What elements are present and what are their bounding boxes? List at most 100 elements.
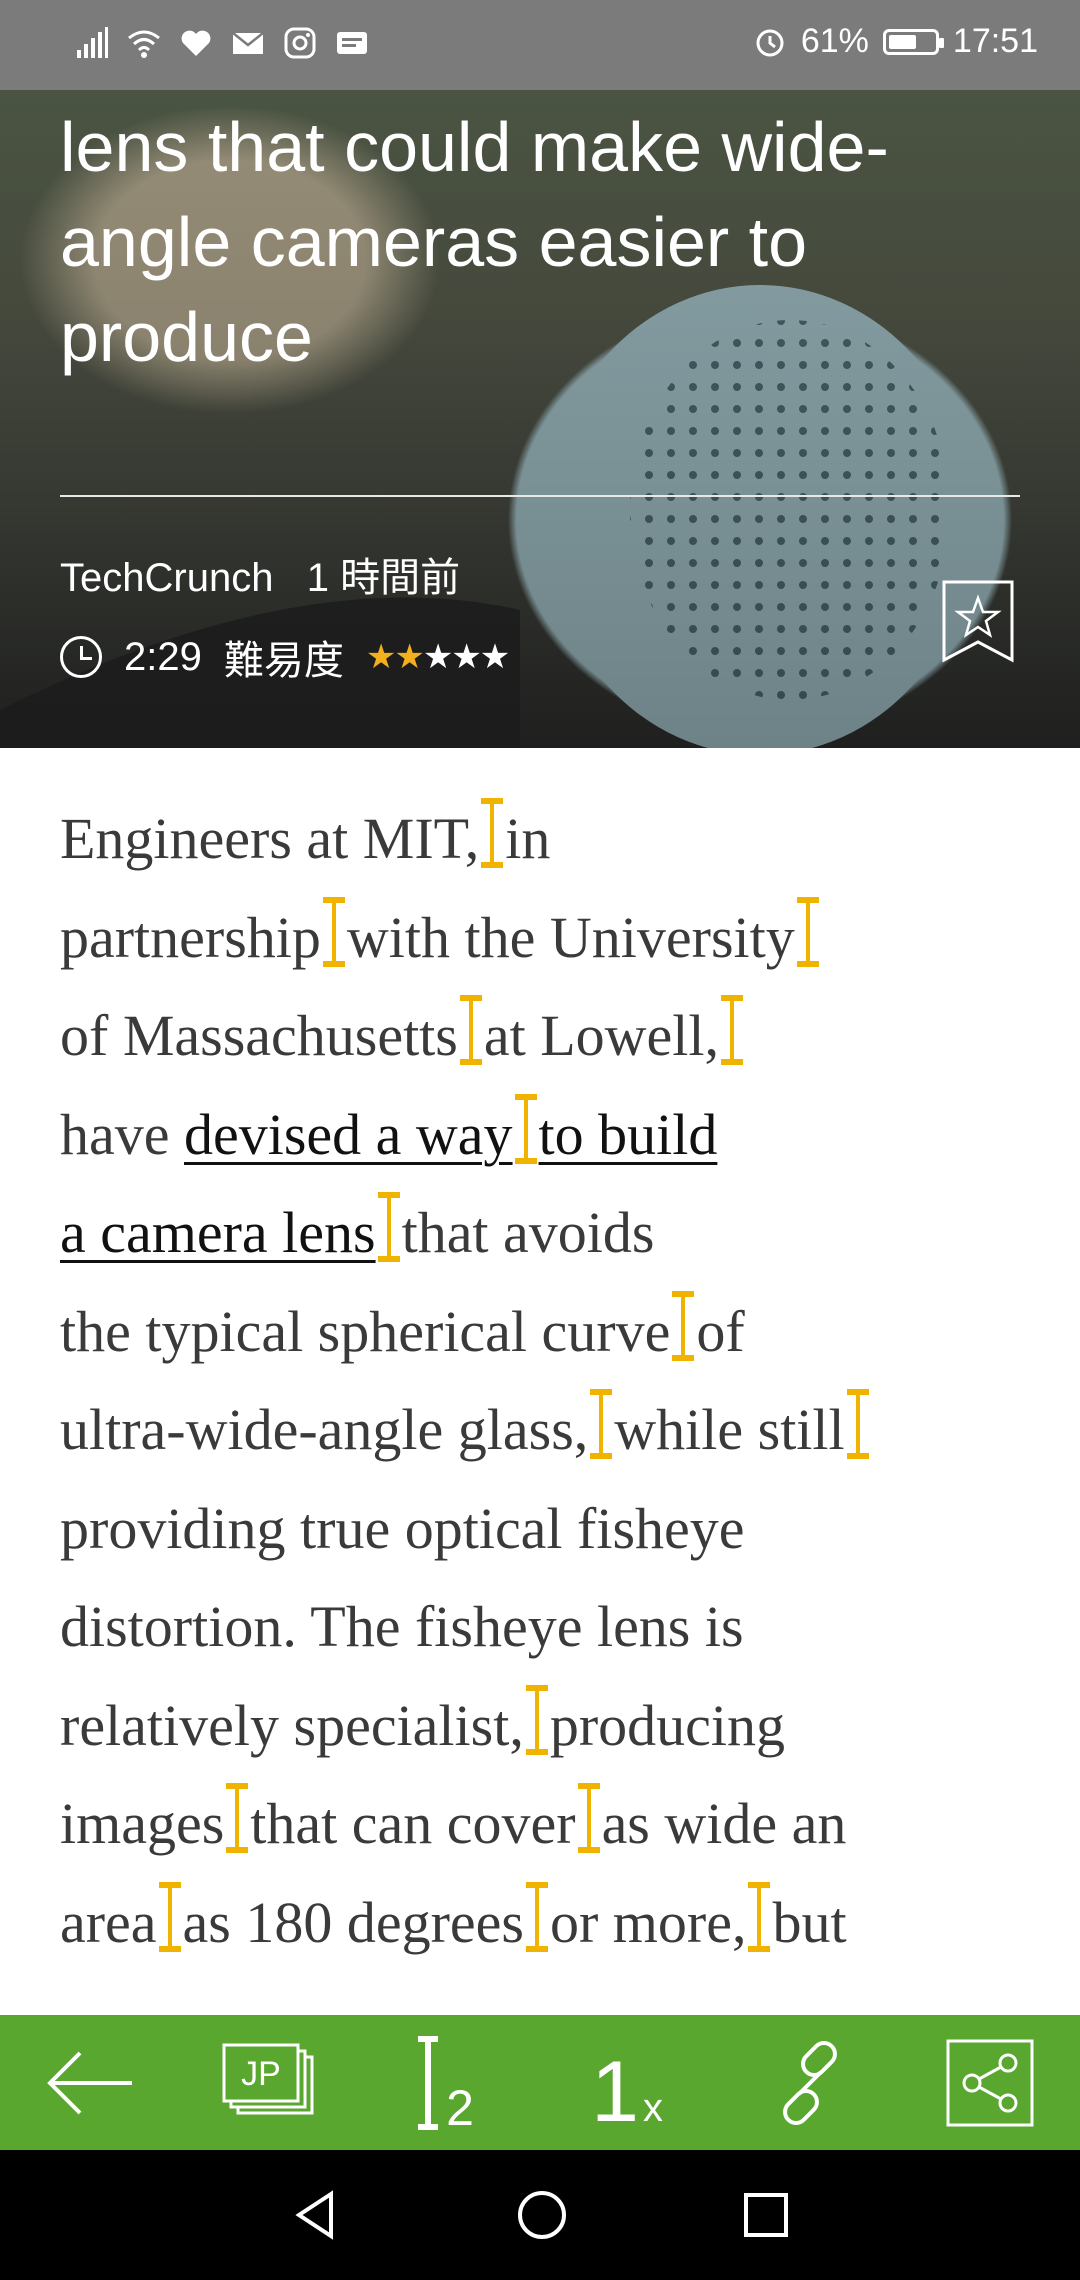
star-empty-icon: ★ [422, 638, 454, 676]
phrase-marker-icon[interactable] [158, 1881, 181, 1952]
article-text: as wide an [601, 1791, 847, 1856]
speed-suffix: x [643, 2086, 663, 2130]
article-line: relatively specialist, producing [60, 1677, 1040, 1776]
battery-percent: 61% [800, 22, 869, 60]
article-text: that avoids [401, 1200, 655, 1265]
phrase-marker-icon[interactable] [748, 1881, 771, 1952]
article-text: while still [614, 1397, 845, 1462]
star-empty-icon: ★ [479, 638, 511, 676]
star-filled-icon: ★ [394, 638, 425, 676]
article-link[interactable]: devised a way to build [184, 1093, 718, 1167]
link-button[interactable] [760, 2033, 860, 2133]
article-hero: lens that could make wide-angle cameras … [0, 90, 1080, 748]
share-icon [946, 2039, 1034, 2126]
phrase-marker-icon[interactable] [525, 1881, 548, 1952]
article-text: a camera lens [60, 1200, 376, 1265]
speed-icon: 1 x [591, 2044, 663, 2131]
article-text: devised a way [184, 1101, 513, 1167]
article-line: the typical spherical curve of [60, 1283, 1040, 1382]
back-button[interactable] [40, 2033, 140, 2133]
article-text: of [696, 1298, 745, 1364]
japanese-translation-button[interactable]: JP [220, 2033, 320, 2133]
phrase-split-number: 2 [446, 2080, 474, 2131]
link-icon [783, 2040, 837, 2125]
phrase-marker-icon[interactable] [377, 1192, 400, 1262]
article-line: images that can cover as wide an [60, 1775, 1040, 1874]
phrase-marker-icon[interactable] [226, 1783, 249, 1853]
alarm-icon [756, 29, 784, 56]
nav-back-icon[interactable] [291, 2190, 341, 2240]
article-line: area as 180 degrees or more, but [60, 1874, 1040, 1973]
mail-icon [232, 32, 264, 54]
article-text: at Lowell, [483, 1003, 720, 1068]
article-text: area [60, 1889, 157, 1955]
status-right: 61% 17:51 [753, 22, 1038, 61]
instagram-icon [284, 27, 316, 59]
article-text: of Massachusetts [60, 1003, 458, 1068]
article-line: partnership with the University [60, 889, 1040, 988]
article-text: with the University [346, 904, 795, 970]
phrase-split-button[interactable]: 2 [400, 2033, 500, 2133]
article-line: have devised a way to build [60, 1086, 1040, 1185]
nav-home-icon[interactable] [516, 2189, 568, 2241]
phrase-marker-icon[interactable] [481, 798, 504, 868]
article-duration: 2:29 [124, 634, 202, 679]
difficulty-stars: ★★★★★ [366, 637, 511, 677]
article-text: have [60, 1101, 184, 1167]
phrase-marker-icon[interactable] [514, 1093, 537, 1164]
article-line: Engineers at MIT, in [60, 790, 1040, 889]
article-body: Engineers at MIT, in partnership with the U… [60, 790, 1040, 1972]
status-bar: 61% 17:51 [0, 0, 1080, 90]
phrase-marker-icon: 2 [418, 2035, 474, 2131]
message-icon [337, 32, 367, 54]
article-line: distortion. The fisheye lens is [60, 1578, 1040, 1677]
bookmark-star-icon[interactable] [942, 580, 1014, 664]
article-text: ultra-wide-angle glass, [60, 1397, 589, 1462]
phrase-marker-icon[interactable] [796, 896, 819, 967]
article-text: that can cover [250, 1791, 576, 1856]
signal-icon [77, 27, 108, 58]
article-text: relatively specialist, [60, 1692, 524, 1758]
jp-cards-icon: JP [222, 2043, 314, 2114]
article-text: providing true optical fisheye [60, 1495, 745, 1561]
article-link[interactable]: a camera lens [60, 1200, 376, 1265]
article-text: but [772, 1889, 847, 1955]
battery-fill [888, 34, 916, 49]
article-text: distortion. The fisheye lens is [60, 1594, 744, 1659]
article-time-ago: 1 時間前 [306, 556, 461, 600]
article-source-line: TechCrunch 1 時間前 [60, 545, 460, 603]
article-text: as 180 degrees [182, 1889, 524, 1955]
phrase-marker-icon[interactable] [590, 1389, 613, 1459]
article-text: images [60, 1791, 225, 1856]
wifi-icon [128, 30, 160, 58]
article-text: to build [538, 1101, 718, 1167]
article-line: providing true optical fisheye [60, 1480, 1040, 1579]
back-arrow-icon [47, 2051, 132, 2114]
status-left-icons [75, 26, 369, 60]
article-text: or more, [549, 1889, 747, 1955]
battery-icon [882, 28, 944, 55]
phrase-marker-icon[interactable] [846, 1389, 869, 1459]
phrase-marker-icon[interactable] [577, 1783, 600, 1853]
phrase-marker-icon[interactable] [525, 1684, 548, 1755]
article-text: producing [549, 1692, 786, 1758]
phrase-marker-icon[interactable] [672, 1290, 695, 1361]
article-text: the typical spherical curve [60, 1298, 671, 1364]
article-source: TechCrunch [60, 556, 274, 600]
difficulty-label: 難易度 [223, 639, 344, 683]
phrase-marker-icon[interactable] [322, 896, 345, 967]
phrase-marker-icon[interactable] [459, 995, 482, 1065]
heart-icon [181, 30, 211, 56]
share-button[interactable] [940, 2033, 1040, 2133]
article-text: in [505, 806, 551, 871]
nav-recent-icon[interactable] [743, 2192, 789, 2238]
hero-divider [60, 495, 1020, 497]
article-line: ultra-wide-angle glass, while still [60, 1381, 1040, 1480]
article-title: lens that could make wide-angle cameras … [60, 108, 889, 376]
article-info-line: 2:29 難易度 ★★★★★ [60, 628, 511, 686]
phrase-marker-icon[interactable] [721, 995, 744, 1065]
star-empty-icon: ★ [451, 638, 482, 676]
article-text: partnership [60, 904, 321, 970]
jp-label: JP [241, 2055, 281, 2093]
playback-speed-button[interactable]: 1 x [580, 2033, 680, 2133]
